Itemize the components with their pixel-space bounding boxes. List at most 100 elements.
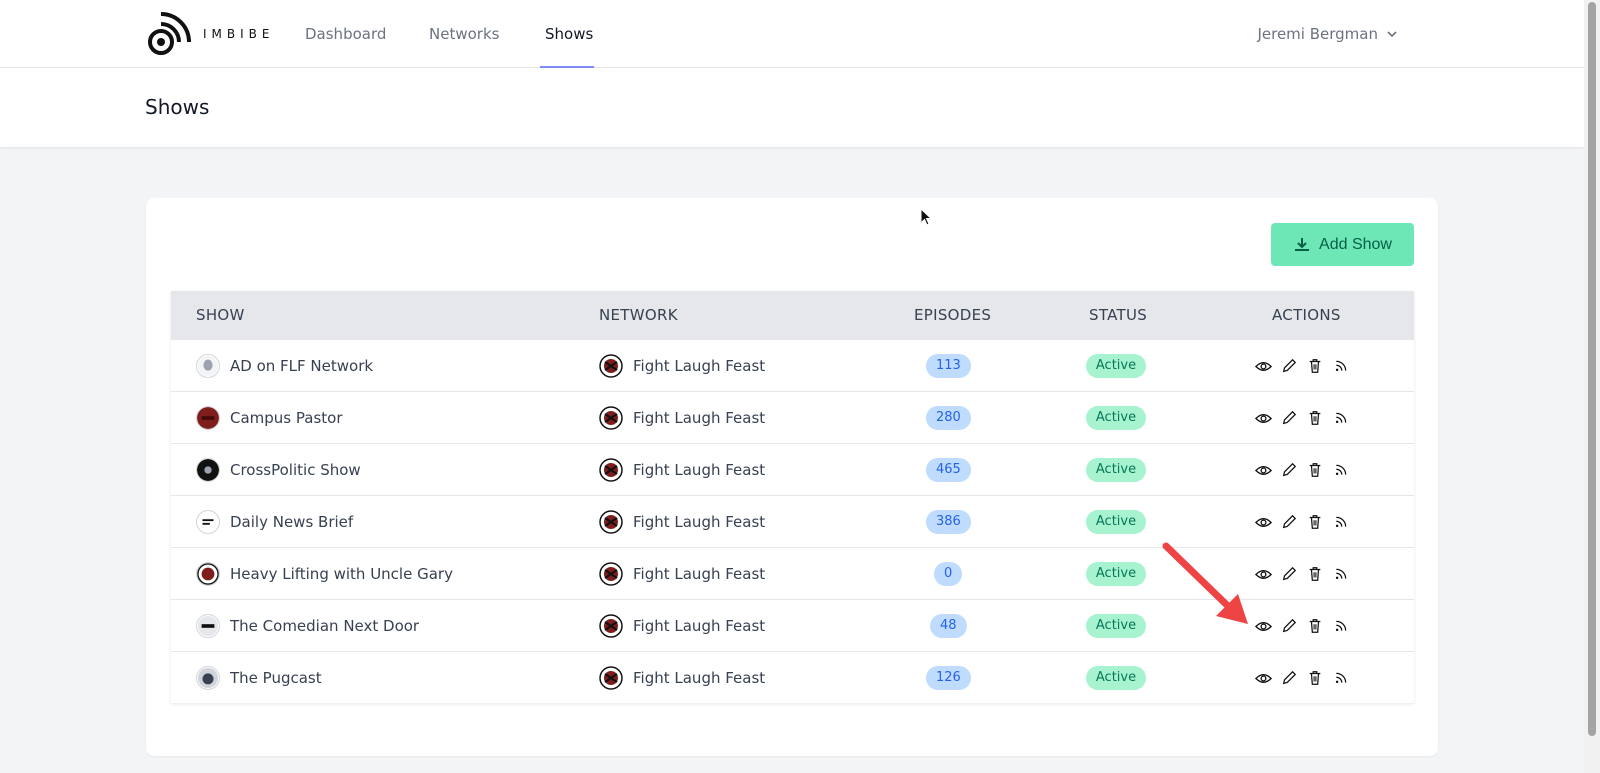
pencil-icon[interactable]	[1280, 669, 1298, 687]
rss-icon[interactable]	[1332, 513, 1350, 531]
episodes-badge: 280	[926, 406, 971, 430]
trash-icon[interactable]	[1306, 669, 1324, 687]
network-cell: Fight Laugh Feast	[599, 392, 765, 444]
eye-icon[interactable]	[1254, 461, 1272, 479]
row-actions	[1254, 669, 1350, 687]
eye-icon[interactable]	[1254, 669, 1272, 687]
status-badge: Active	[1086, 562, 1146, 586]
annotation-arrow-icon	[1162, 542, 1248, 624]
trash-icon[interactable]	[1306, 357, 1324, 375]
status-badge: Active	[1086, 614, 1146, 638]
table-row[interactable]: Campus Pastor Fight Laugh Feast 280 Acti…	[171, 391, 1414, 443]
network-logo	[599, 510, 623, 534]
network-name: Fight Laugh Feast	[633, 357, 766, 375]
row-actions	[1254, 513, 1350, 531]
show-cell: Campus Pastor	[196, 392, 343, 444]
user-menu[interactable]: Jeremi Bergman	[1257, 0, 1398, 68]
trash-icon[interactable]	[1306, 513, 1324, 531]
network-logo	[599, 406, 623, 430]
network-logo	[599, 458, 623, 482]
network-name: Fight Laugh Feast	[633, 669, 766, 687]
row-actions	[1254, 565, 1350, 583]
status-badge: Active	[1086, 406, 1146, 430]
trash-icon[interactable]	[1306, 565, 1324, 583]
rss-icon[interactable]	[1332, 617, 1350, 635]
scrollbar-thumb[interactable]	[1588, 2, 1596, 736]
episodes-badge: 113	[926, 354, 971, 378]
header-show: SHOW	[196, 306, 245, 324]
broadcast-logo-icon	[148, 12, 191, 55]
show-avatar	[196, 562, 220, 586]
header-actions: ACTIONS	[1272, 306, 1341, 324]
show-name[interactable]: The Comedian Next Door	[230, 617, 419, 635]
page-scrollbar[interactable]	[1584, 0, 1600, 773]
nav-shows[interactable]: Shows	[545, 0, 593, 68]
rss-icon[interactable]	[1332, 565, 1350, 583]
episodes-badge: 465	[926, 458, 971, 482]
episodes-badge: 126	[926, 666, 971, 690]
brand-name: IMBIBE	[203, 27, 275, 41]
show-avatar	[196, 666, 220, 690]
pencil-icon[interactable]	[1280, 513, 1298, 531]
show-name[interactable]: AD on FLF Network	[230, 357, 373, 375]
show-name[interactable]: Campus Pastor	[230, 409, 343, 427]
network-cell: Fight Laugh Feast	[599, 600, 765, 652]
row-actions	[1254, 357, 1350, 375]
rss-icon[interactable]	[1332, 409, 1350, 427]
brand-logo[interactable]: IMBIBE	[145, 10, 274, 58]
mouse-cursor-icon	[920, 208, 933, 226]
show-avatar	[196, 510, 220, 534]
show-name[interactable]: CrossPolitic Show	[230, 461, 361, 479]
network-logo	[599, 562, 623, 586]
table-row[interactable]: AD on FLF Network Fight Laugh Feast 113 …	[171, 339, 1414, 391]
table-body: AD on FLF Network Fight Laugh Feast 113 …	[171, 339, 1414, 703]
table-header: SHOW NETWORK EPISODES STATUS ACTIONS	[171, 291, 1414, 339]
show-avatar	[196, 354, 220, 378]
eye-icon[interactable]	[1254, 409, 1272, 427]
top-navigation: IMBIBE Dashboard Networks Shows Jeremi B…	[0, 0, 1584, 68]
network-logo	[599, 354, 623, 378]
show-cell: Heavy Lifting with Uncle Gary	[196, 548, 453, 600]
chevron-down-icon	[1387, 31, 1397, 38]
eye-icon[interactable]	[1254, 513, 1272, 531]
nav-networks[interactable]: Networks	[429, 0, 499, 68]
episodes-badge: 48	[930, 614, 967, 638]
page-header: Shows	[0, 68, 1584, 147]
network-cell: Fight Laugh Feast	[599, 548, 765, 600]
pencil-icon[interactable]	[1280, 565, 1298, 583]
add-show-button[interactable]: Add Show	[1271, 223, 1414, 266]
show-cell: CrossPolitic Show	[196, 444, 361, 496]
table-row[interactable]: The Pugcast Fight Laugh Feast 126 Active	[171, 651, 1414, 703]
pencil-icon[interactable]	[1280, 357, 1298, 375]
rss-icon[interactable]	[1332, 357, 1350, 375]
table-row[interactable]: CrossPolitic Show Fight Laugh Feast 465 …	[171, 443, 1414, 495]
nav-dashboard[interactable]: Dashboard	[305, 0, 386, 68]
rss-icon[interactable]	[1332, 669, 1350, 687]
header-episodes: EPISODES	[914, 306, 992, 324]
pencil-icon[interactable]	[1280, 617, 1298, 635]
rss-icon[interactable]	[1332, 461, 1350, 479]
row-actions	[1254, 617, 1350, 635]
show-name[interactable]: The Pugcast	[230, 669, 322, 687]
show-cell: AD on FLF Network	[196, 340, 373, 392]
network-cell: Fight Laugh Feast	[599, 652, 765, 704]
network-name: Fight Laugh Feast	[633, 461, 766, 479]
network-cell: Fight Laugh Feast	[599, 444, 765, 496]
episodes-badge: 0	[934, 562, 963, 586]
pencil-icon[interactable]	[1280, 461, 1298, 479]
trash-icon[interactable]	[1306, 461, 1324, 479]
page-title: Shows	[145, 95, 210, 119]
header-network: NETWORK	[599, 306, 678, 324]
add-show-label: Add Show	[1319, 235, 1392, 253]
trash-icon[interactable]	[1306, 409, 1324, 427]
show-name[interactable]: Daily News Brief	[230, 513, 353, 531]
pencil-icon[interactable]	[1280, 409, 1298, 427]
status-badge: Active	[1086, 354, 1146, 378]
download-icon	[1295, 237, 1310, 251]
trash-icon[interactable]	[1306, 617, 1324, 635]
network-logo	[599, 614, 623, 638]
eye-icon[interactable]	[1254, 357, 1272, 375]
show-name[interactable]: Heavy Lifting with Uncle Gary	[230, 565, 453, 583]
header-status: STATUS	[1089, 306, 1148, 324]
show-cell: The Pugcast	[196, 652, 322, 704]
